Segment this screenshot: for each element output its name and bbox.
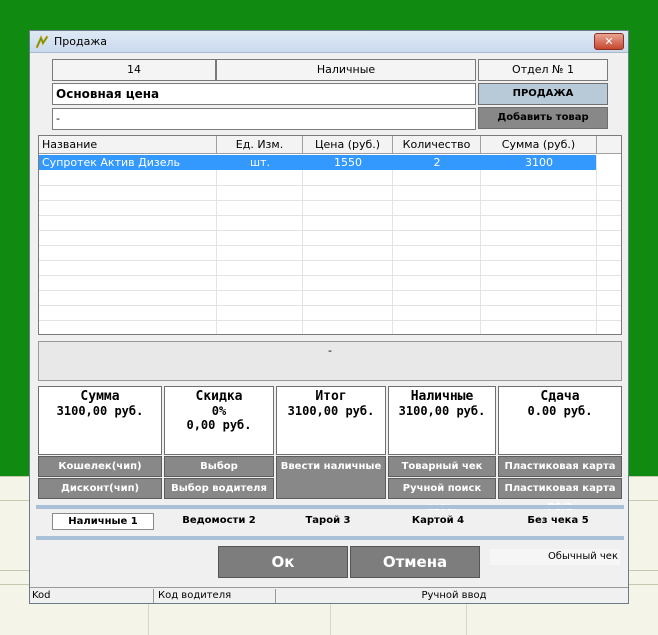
grid-line [39,320,621,321]
manual-search-button[interactable]: Ручной поиск авто. [388,478,496,513]
grid-line [39,305,621,306]
cash-box: Наличные 3100,00 руб. [388,386,496,455]
column-header-name[interactable]: Название [39,136,217,154]
choose-driver-button[interactable]: Выбор водителя [164,478,274,499]
cash-title: Наличные [410,389,474,404]
grid-line [39,275,621,276]
sale-number: 14 [52,59,216,81]
table-cell-name[interactable]: Супротек Актив Дизель [39,155,217,170]
cash-value: 3100,00 руб. [398,404,486,418]
sum-box: Сумма 3100,00 руб. [38,386,162,455]
column-header-filler [597,136,621,154]
tab-card[interactable]: Картой 4 [398,513,478,530]
card-ps2-button[interactable]: Пластиковая карта PS/2 [498,478,622,513]
app-icon [35,34,49,49]
discount-percent: 0% [211,404,227,418]
grid-line [39,290,621,291]
column-header-quantity[interactable]: Количество [393,136,481,154]
add-product-button[interactable]: Добавить товар [478,107,608,129]
column-header-unit[interactable]: Ед. Изм. [217,136,303,154]
total-value: 3100,00 руб. [287,404,375,418]
sale-button[interactable]: ПРОДАЖА [478,83,608,105]
products-table[interactable]: Название Ед. Изм. Цена (руб.) Количество… [38,135,622,335]
table-cell-sum[interactable]: 3100 [481,155,597,170]
grid-line [39,200,621,201]
ok-button[interactable]: Ок [218,546,348,578]
column-header-price[interactable]: Цена (руб.) [303,136,393,154]
grid-line [39,215,621,216]
sale-dialog: Продажа ✕ 14 Наличные Отдел № 1 Основная… [29,30,629,604]
tab-container[interactable]: Тарой 3 [292,513,364,530]
discount-chip-button[interactable]: Дисконт(чип) [38,478,162,499]
change-box: Сдача 0.00 руб. [498,386,622,455]
close-button[interactable]: ✕ [594,33,624,50]
cancel-button[interactable]: Отмена [350,546,480,578]
status-code: Kod [30,589,154,603]
info-panel: - [38,341,622,381]
discount-box: Скидка 0% 0,00 руб. [164,386,274,455]
titlebar: Продажа ✕ [30,31,628,53]
card-com-button[interactable]: Пластиковая карта COM [498,456,622,491]
table-cell-quantity[interactable]: 2 [393,155,481,170]
change-title: Сдача [540,389,580,404]
column-header-sum[interactable]: Сумма (руб.) [481,136,597,154]
receipt-button[interactable]: Товарный чек [388,456,496,477]
status-manual-entry: Ручной ввод [421,590,487,601]
status-driver-code: Код водителя [156,589,276,603]
discount-title: Скидка [195,389,243,404]
total-box: Итог 3100,00 руб. [276,386,386,455]
window-title: Продажа [54,35,107,48]
barcode-input[interactable]: - [52,108,476,130]
grid-line [39,245,621,246]
status-bar: Kod Код водителя Ручной ввод [30,587,628,603]
sum-title: Сумма [80,389,120,404]
receipt-type-label[interactable]: Обычный чек [490,549,620,565]
wallet-chip-button[interactable]: Кошелек(чип) [38,456,162,477]
total-title: Итог [315,389,347,404]
separator-bar [36,505,624,509]
choose-counterparty-button[interactable]: Выбор контрагента [164,456,274,491]
change-value: 0.00 руб. [527,404,593,418]
tab-statements[interactable]: Ведомости 2 [176,513,262,530]
grid-line [39,185,621,186]
tab-no-receipt[interactable]: Без чека 5 [512,513,604,530]
separator-bar [36,536,624,540]
price-type-field[interactable]: Основная цена [52,83,476,105]
sum-value: 3100,00 руб. [56,404,144,418]
payment-type: Наличные [216,59,476,81]
discount-value: 0,00 руб. [186,418,252,432]
grid-line [39,260,621,261]
enter-cash-button[interactable]: Ввести наличные [276,456,386,499]
tab-cash[interactable]: Наличные 1 [52,513,154,530]
department-label: Отдел № 1 [478,59,608,81]
table-cell-unit[interactable]: шт. [217,155,303,170]
grid-line [39,230,621,231]
table-cell-price[interactable]: 1550 [303,155,393,170]
